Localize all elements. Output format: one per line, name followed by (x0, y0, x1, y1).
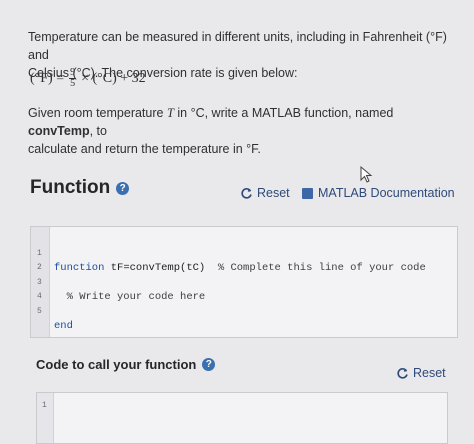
intro-line-1: Temperature can be measured in different… (28, 30, 447, 62)
code-comment: % Complete this line of your code (205, 262, 426, 274)
task-paragraph: Given room temperature T in °C, write a … (28, 104, 448, 158)
code-line-2: 2 (31, 247, 69, 272)
code-line-3: 3 % Write your code here (31, 262, 205, 303)
code-content: function tF=convTemp(tC) % Complete this… (54, 261, 426, 275)
task-func-name: convTemp (28, 124, 90, 138)
documentation-icon (302, 187, 313, 199)
formula-right: × (°C) + 32 (81, 70, 146, 86)
help-icon[interactable]: ? (202, 358, 216, 371)
function-title: Function (30, 177, 111, 198)
conversion-formula: (°F) = 9 5 × (°C) + 32 (30, 68, 146, 89)
task-line-2: calculate and return the temperature in … (28, 142, 261, 156)
reset-label: Reset (257, 186, 290, 200)
formula-fraction: 9 5 (69, 68, 77, 89)
code-text: tF=convTemp(tC) (104, 262, 206, 274)
task-text-c: , to (89, 124, 107, 138)
line-number: 5 (37, 307, 42, 316)
task-line-1: Given room temperature T in °C, write a … (28, 104, 448, 140)
mouse-cursor-icon (360, 166, 373, 183)
code-comment: % Write your code here (54, 291, 206, 303)
code-content: end (54, 319, 73, 333)
call-function-heading: Code to call your function ? (36, 357, 216, 372)
formula-left: (°F) = (30, 70, 65, 86)
reset-button[interactable]: Reset (240, 186, 290, 200)
help-icon[interactable]: ? (116, 181, 130, 195)
task-text-b: in °C, write a MATLAB function, named (173, 106, 394, 120)
code-line-1: 1 function tF=convTemp(tC) % Complete th… (31, 233, 426, 274)
formula-denominator: 5 (70, 78, 76, 89)
reset-call-button[interactable]: Reset (396, 366, 446, 380)
page: Temperature can be measured in different… (0, 0, 474, 444)
call-code-editor[interactable]: 1 (36, 392, 448, 444)
task-variable: T (166, 106, 174, 120)
line-number: 1 (42, 401, 47, 410)
call-function-title: Code to call your function (36, 357, 197, 372)
code-line-4: 4 (31, 276, 69, 301)
matlab-documentation-link[interactable]: MATLAB Documentation (302, 186, 455, 200)
documentation-label: MATLAB Documentation (318, 186, 455, 200)
function-heading: Function ? (30, 177, 130, 199)
reset-call-label: Reset (413, 366, 446, 380)
task-text-a: Given room temperature (28, 106, 167, 120)
code-content: % Write your code here (54, 290, 206, 304)
reset-icon (397, 367, 408, 379)
reset-icon (241, 187, 252, 199)
code-line-5: 5 end (31, 291, 73, 332)
code-keyword: end (54, 320, 73, 332)
function-code-editor[interactable]: 1 function tF=convTemp(tC) % Complete th… (30, 226, 458, 338)
